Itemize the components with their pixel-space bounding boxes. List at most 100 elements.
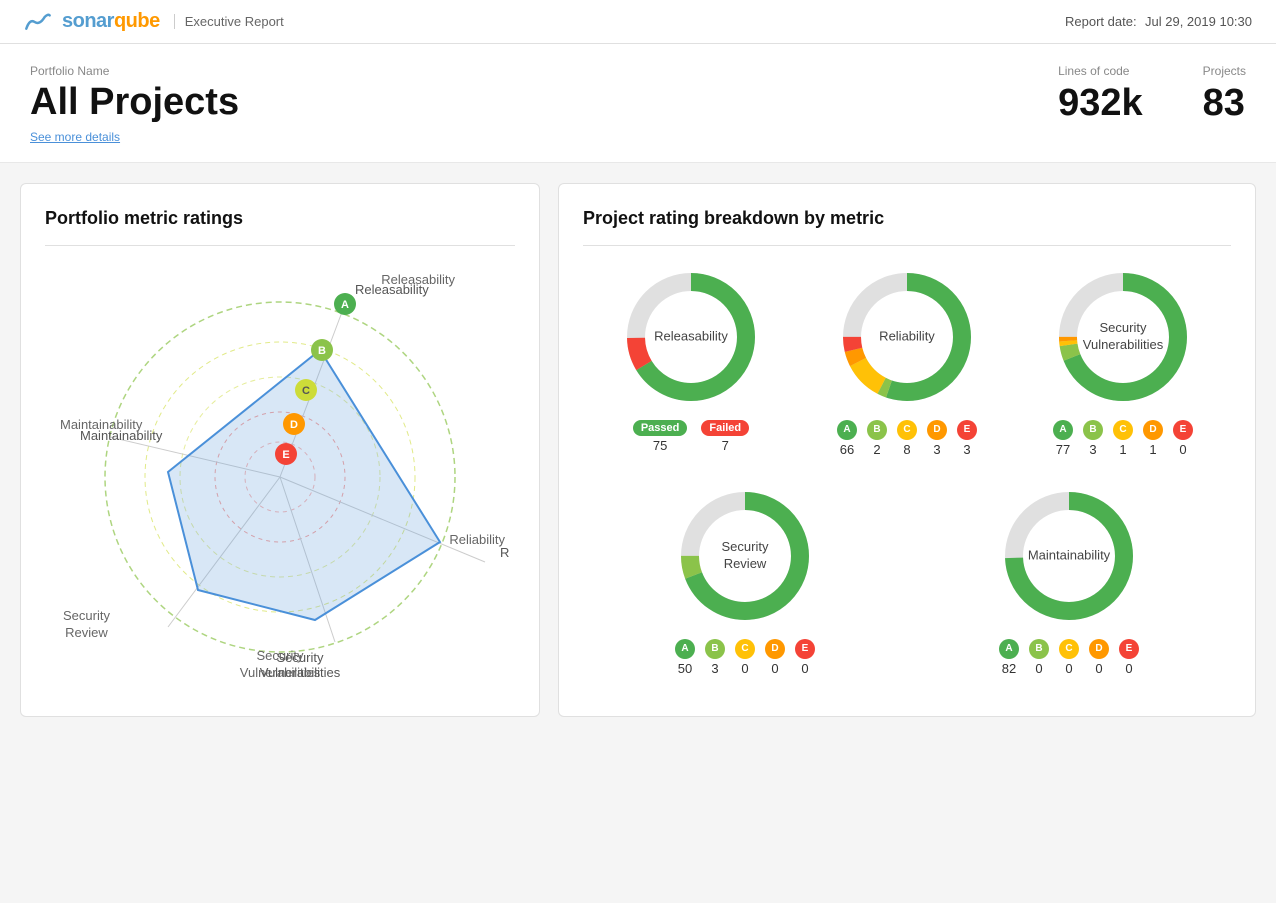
releasability-failed-group: Failed 7 <box>701 420 749 453</box>
grade-c-badge: C <box>897 420 917 440</box>
report-date: Report date: Jul 29, 2019 10:30 <box>1065 13 1252 31</box>
m-count-a: 82 <box>1002 661 1016 676</box>
sv-d: D 1 <box>1143 420 1163 457</box>
reliability-badges: A 66 B 2 C 8 D 3 <box>837 420 977 457</box>
sv-b: B 3 <box>1083 420 1103 457</box>
sv-grade-c: C <box>1113 420 1133 440</box>
svg-text:D: D <box>290 419 298 431</box>
logo-text: sonarqube <box>62 10 160 33</box>
sr-count-b: 3 <box>711 661 718 676</box>
projects-value: 83 <box>1203 82 1246 125</box>
portfolio-title: All Projects <box>30 82 239 124</box>
sr-grade-b: B <box>705 639 725 659</box>
sv-c: C 1 <box>1113 420 1133 457</box>
sv-count-e: 0 <box>1179 442 1186 457</box>
sr-b: B 3 <box>705 639 725 676</box>
portfolio-name-label: Portfolio Name <box>30 64 239 78</box>
svg-text:Security: Security <box>277 650 324 665</box>
svg-text:Maintainability: Maintainability <box>80 428 163 443</box>
m-grade-c: C <box>1059 639 1079 659</box>
radar-title: Portfolio metric ratings <box>45 208 515 229</box>
see-more-link[interactable]: See more details <box>30 130 120 144</box>
sr-grade-a: A <box>675 639 695 659</box>
grade-a-count: 66 <box>840 442 854 457</box>
portfolio-stats: Lines of code 932k Projects 83 <box>1058 64 1246 125</box>
m-count-c: 0 <box>1065 661 1072 676</box>
donut-security-review: Security Review A 50 B 3 C 0 <box>670 481 820 676</box>
sr-grade-d: D <box>765 639 785 659</box>
radar-card: Portfolio metric ratings <box>20 183 540 717</box>
sv-e: E 0 <box>1173 420 1193 457</box>
breakdown-title: Project rating breakdown by metric <box>583 208 1231 229</box>
reliability-e: E 3 <box>957 420 977 457</box>
sr-grade-c: C <box>735 639 755 659</box>
m-count-b: 0 <box>1035 661 1042 676</box>
grade-a-badge: A <box>837 420 857 440</box>
sv-count-a: 77 <box>1056 442 1070 457</box>
lines-of-code-stat: Lines of code 932k <box>1058 64 1143 125</box>
svg-text:A: A <box>341 299 349 311</box>
report-type-label: Executive Report <box>174 14 284 29</box>
donut-security-vuln: SecurityVulnerabilities A 77 B 3 C 1 <box>1048 262 1198 457</box>
sr-count-c: 0 <box>741 661 748 676</box>
svg-text:C: C <box>302 385 310 397</box>
donut-releasability-chart: Releasability <box>616 262 766 412</box>
maintainability-badges: A 82 B 0 C 0 D 0 <box>999 639 1139 676</box>
grade-c-count: 8 <box>903 442 910 457</box>
projects-stat: Projects 83 <box>1203 64 1246 125</box>
sv-grade-a: A <box>1053 420 1073 440</box>
sv-grade-e: E <box>1173 420 1193 440</box>
bottom-donuts-row: Security Review A 50 B 3 C 0 <box>583 481 1231 676</box>
reliability-b: B 2 <box>867 420 887 457</box>
sv-a: A 77 <box>1053 420 1073 457</box>
svg-text:B: B <box>318 345 326 357</box>
lines-of-code-label: Lines of code <box>1058 64 1143 78</box>
projects-label: Projects <box>1203 64 1246 78</box>
portfolio-header: Portfolio Name All Projects See more det… <box>0 44 1276 163</box>
donut-reliability: Reliability A 66 B 2 C 8 <box>832 262 982 457</box>
passed-badge: Passed <box>633 420 688 436</box>
reliability-a: A 66 <box>837 420 857 457</box>
sr-e: E 0 <box>795 639 815 676</box>
grade-e-badge: E <box>957 420 977 440</box>
sr-count-a: 50 <box>678 661 692 676</box>
releasability-badges: Passed 75 Failed 7 <box>633 420 749 453</box>
reliability-c: C 8 <box>897 420 917 457</box>
donut-maintainability: Maintainability A 82 B 0 C 0 <box>994 481 1144 676</box>
portfolio-info: Portfolio Name All Projects See more det… <box>30 64 239 146</box>
failed-badge: Failed <box>701 420 749 436</box>
m-d: D 0 <box>1089 639 1109 676</box>
breakdown-card: Project rating breakdown by metric Relea… <box>558 183 1256 717</box>
failed-count: 7 <box>722 438 729 453</box>
m-grade-d: D <box>1089 639 1109 659</box>
svg-text:Vulnerabilities: Vulnerabilities <box>260 665 341 680</box>
sv-count-c: 1 <box>1119 442 1126 457</box>
m-a: A 82 <box>999 639 1019 676</box>
svg-text:E: E <box>282 449 289 461</box>
passed-count: 75 <box>653 438 667 453</box>
m-e: E 0 <box>1119 639 1139 676</box>
svg-text:Releasability: Releasability <box>355 282 429 297</box>
sonarqube-logo-icon <box>24 12 52 32</box>
svg-text:Reliability: Reliability <box>500 545 510 560</box>
sv-count-b: 3 <box>1089 442 1096 457</box>
donut-security-review-chart: Security Review <box>670 481 820 631</box>
donut-releasability: Releasability Passed 75 Failed 7 <box>616 262 766 457</box>
grade-d-badge: D <box>927 420 947 440</box>
logo-area: sonarqube Executive Report <box>24 10 284 33</box>
app-header: sonarqube Executive Report Report date: … <box>0 0 1276 44</box>
lines-of-code-value: 932k <box>1058 82 1143 125</box>
grade-e-count: 3 <box>963 442 970 457</box>
grade-b-badge: B <box>867 420 887 440</box>
grade-d-count: 3 <box>933 442 940 457</box>
security-vuln-badges: A 77 B 3 C 1 D 1 <box>1053 420 1193 457</box>
sr-count-e: 0 <box>801 661 808 676</box>
sr-grade-e: E <box>795 639 815 659</box>
m-b: B 0 <box>1029 639 1049 676</box>
m-c: C 0 <box>1059 639 1079 676</box>
sr-count-d: 0 <box>771 661 778 676</box>
m-grade-b: B <box>1029 639 1049 659</box>
donut-reliability-chart: Reliability <box>832 262 982 412</box>
sv-grade-b: B <box>1083 420 1103 440</box>
main-content: Portfolio metric ratings <box>0 163 1276 737</box>
